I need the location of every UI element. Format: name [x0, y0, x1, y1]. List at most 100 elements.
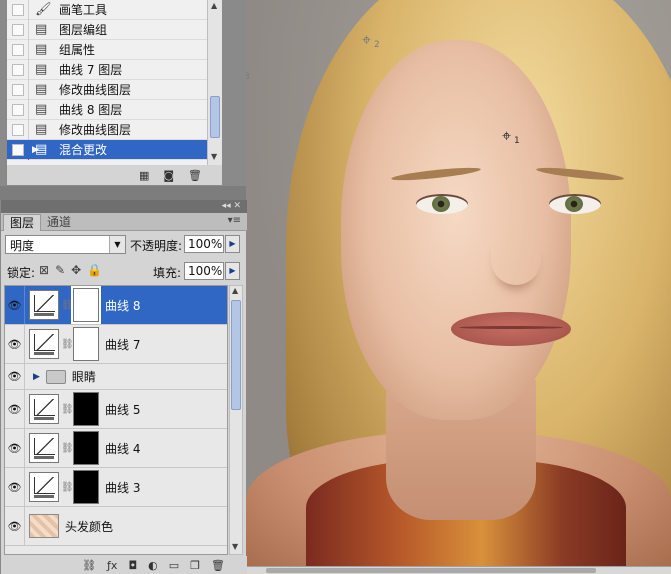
- eye-visibility-icon[interactable]: 👁: [5, 468, 25, 506]
- eye-visibility-icon[interactable]: 👁: [5, 390, 25, 428]
- history-item[interactable]: ▤ 曲线 7 图层: [7, 59, 207, 80]
- adjustment-layer-icon[interactable]: ◐: [148, 559, 158, 572]
- history-step-icon: ▤: [35, 102, 48, 117]
- layer-mask-thumbnail[interactable]: [71, 286, 101, 324]
- trash-icon[interactable]: 🗑: [211, 559, 225, 572]
- history-source-checkbox[interactable]: [11, 63, 24, 76]
- tab-channels[interactable]: 通道: [41, 214, 77, 231]
- layer-mask-thumbnail[interactable]: [73, 392, 99, 426]
- blend-mode-select[interactable]: 明度 ▼: [5, 235, 126, 254]
- panel-menu-icon[interactable]: ▾≡: [228, 215, 241, 226]
- scroll-up-arrow-icon[interactable]: ▲: [211, 1, 217, 10]
- scroll-thumb[interactable]: [266, 568, 596, 573]
- curves-adjustment-thumbnail[interactable]: [29, 290, 59, 320]
- pattern-fill-thumbnail[interactable]: [29, 514, 59, 538]
- lock-position-move-icon[interactable]: ✥: [71, 263, 81, 277]
- layer-row[interactable]: 👁 ⛓ 曲线 7: [5, 325, 227, 364]
- history-item-selected[interactable]: ▶ ▤ 混合更改: [7, 139, 207, 160]
- history-item[interactable]: 🖌 画笔工具: [7, 0, 207, 20]
- scroll-thumb[interactable]: [231, 300, 241, 410]
- history-step-icon: ▤: [35, 122, 48, 137]
- layer-mask-thumbnail[interactable]: [73, 470, 99, 504]
- layer-row[interactable]: 👁 ⛓ 曲线 3: [5, 468, 227, 507]
- layer-row[interactable]: 👁 ⛓ 曲线 5: [5, 390, 227, 429]
- chain-link-icon[interactable]: ⛓: [61, 443, 74, 454]
- eye-visibility-icon[interactable]: 👁: [5, 429, 25, 467]
- opacity-input[interactable]: 100%: [184, 235, 224, 253]
- history-footer: ▦ ◙ 🗑: [7, 165, 222, 185]
- new-layer-icon[interactable]: ❐: [190, 559, 200, 572]
- history-source-checkbox[interactable]: [11, 83, 24, 96]
- layer-row[interactable]: 👁 ⛓ 曲线 4: [5, 429, 227, 468]
- layer-mask-thumbnail[interactable]: [73, 327, 99, 361]
- layer-name: 曲线 4: [105, 441, 141, 456]
- snapshot-camera-icon[interactable]: ◙: [163, 169, 174, 182]
- history-source-checkbox[interactable]: [11, 43, 24, 56]
- layer-name: 头发颜色: [65, 519, 114, 534]
- eye-visibility-icon[interactable]: 👁: [5, 325, 25, 363]
- history-item[interactable]: ▤ 修改曲线图层: [7, 119, 207, 140]
- folder-icon: [45, 369, 66, 384]
- chain-link-icon[interactable]: ⛓: [61, 300, 74, 311]
- curves-adjustment-thumbnail[interactable]: [29, 433, 59, 463]
- lock-all-icon[interactable]: 🔒: [87, 263, 102, 277]
- layer-row[interactable]: 👁 ⛓ 曲线 8: [5, 286, 227, 325]
- expand-triangle-icon[interactable]: ▶: [33, 372, 40, 382]
- history-source-checkbox[interactable]: [11, 103, 24, 116]
- layer-name: 曲线 8: [105, 298, 141, 313]
- history-source-checkbox[interactable]: [11, 143, 24, 156]
- panel-title-bar[interactable]: ◂◂ ✕: [1, 200, 247, 213]
- new-group-icon[interactable]: ▭: [169, 559, 179, 572]
- brush-icon: 🖌: [35, 2, 52, 17]
- layer-mask-thumbnail[interactable]: [73, 431, 99, 465]
- chain-link-icon[interactable]: ⛓: [61, 339, 74, 350]
- color-sampler-1[interactable]: ⌖ 1: [502, 128, 520, 147]
- crosshair-icon: ⌖: [362, 30, 372, 49]
- curves-adjustment-thumbnail[interactable]: [29, 329, 59, 359]
- fill-label: 填充:: [153, 266, 182, 280]
- trash-icon[interactable]: 🗑: [188, 169, 202, 182]
- fill-slider-button[interactable]: ▶: [225, 262, 240, 280]
- layer-name: 曲线 3: [105, 480, 141, 495]
- lock-transparency-icon[interactable]: ⊠: [39, 263, 49, 277]
- history-source-checkbox[interactable]: [11, 23, 24, 36]
- history-item[interactable]: ▤ 修改曲线图层: [7, 79, 207, 100]
- color-sampler-2[interactable]: ⌖ 2: [362, 30, 380, 51]
- photo-lips: [451, 312, 571, 346]
- curves-adjustment-thumbnail[interactable]: [29, 472, 59, 502]
- add-mask-icon[interactable]: ◘: [128, 559, 137, 572]
- scroll-thumb[interactable]: [210, 96, 220, 138]
- chain-link-icon[interactable]: ⛓: [61, 404, 74, 415]
- scroll-down-arrow-icon[interactable]: ▼: [211, 152, 217, 161]
- layer-name: 曲线 5: [105, 402, 141, 417]
- history-source-checkbox[interactable]: [11, 123, 24, 136]
- history-source-checkbox[interactable]: [11, 3, 24, 16]
- history-item[interactable]: ▤ 图层编组: [7, 19, 207, 40]
- collapse-close-icon[interactable]: ◂◂ ✕: [222, 200, 241, 213]
- tab-layers[interactable]: 图层: [3, 214, 42, 231]
- layers-scrollbar[interactable]: ▲ ▼: [229, 285, 243, 555]
- document-canvas[interactable]: ⌖1 ⌖2 ⌖3: [246, 0, 671, 566]
- scroll-down-arrow-icon[interactable]: ▼: [232, 542, 238, 551]
- scroll-up-arrow-icon[interactable]: ▲: [232, 286, 238, 295]
- history-item[interactable]: ▤ 曲线 8 图层: [7, 99, 207, 120]
- history-scrollbar[interactable]: ▲ ▼: [207, 0, 222, 165]
- new-document-from-state-icon[interactable]: ▦: [139, 169, 149, 182]
- canvas-horizontal-scrollbar[interactable]: [246, 566, 671, 574]
- eye-visibility-icon[interactable]: 👁: [5, 286, 25, 324]
- layer-row[interactable]: 👁 头发颜色: [5, 507, 227, 546]
- layer-group-row[interactable]: 👁 ▶ 眼睛: [5, 364, 227, 390]
- history-step-icon: ▤: [35, 42, 48, 57]
- history-list: 🖌 画笔工具 ▤ 图层编组 ▤ 组属性 ▤ 曲线 7 图层 ▤ 修改曲线图层 ▤…: [7, 0, 207, 165]
- chevron-down-icon: ▼: [109, 236, 125, 253]
- lock-pixels-brush-icon[interactable]: ✎: [55, 263, 65, 277]
- fx-icon[interactable]: ƒx: [107, 559, 117, 572]
- eye-visibility-icon[interactable]: 👁: [5, 507, 25, 545]
- eye-visibility-icon[interactable]: 👁: [5, 364, 25, 389]
- link-layers-icon[interactable]: ⛓: [82, 559, 96, 572]
- history-item[interactable]: ▤ 组属性: [7, 39, 207, 60]
- fill-input[interactable]: 100%: [184, 262, 224, 280]
- curves-adjustment-thumbnail[interactable]: [29, 394, 59, 424]
- opacity-slider-button[interactable]: ▶: [225, 235, 240, 253]
- chain-link-icon[interactable]: ⛓: [61, 482, 74, 493]
